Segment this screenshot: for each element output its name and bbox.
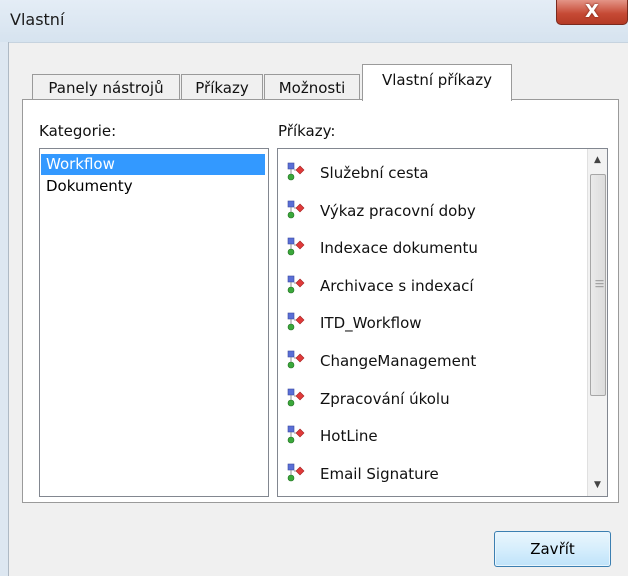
window-left-border (0, 42, 9, 576)
command-item[interactable]: HotLine (286, 423, 378, 449)
workflow-command-icon (286, 463, 308, 485)
title-bar: Vlastní X (0, 0, 628, 43)
category-item-dokumenty[interactable]: Dokumenty (41, 176, 265, 197)
workflow-command-icon (286, 200, 308, 222)
workflow-command-icon (286, 425, 308, 447)
command-item-label: HotLine (320, 427, 378, 446)
commands-scrollbar[interactable]: ▲ — — — ▼ (587, 149, 607, 496)
window-title: Vlastní (10, 10, 65, 29)
command-item-label: Služební cesta (320, 164, 429, 182)
commands-label: Příkazy: (278, 122, 336, 140)
grip-icon: — — — (595, 276, 604, 292)
command-item-label: ChangeManagement (320, 352, 477, 370)
workflow-command-icon (286, 388, 308, 410)
workflow-command-icon (286, 350, 308, 372)
window-close-button[interactable]: X (556, 0, 628, 25)
tab-prikazy[interactable]: Příkazy (181, 74, 263, 101)
command-item[interactable]: ChangeManagement (286, 348, 476, 374)
tab-moznosti[interactable]: Možnosti (264, 74, 360, 101)
command-item[interactable]: ITD_Workflow (286, 310, 422, 336)
tab-vlastni-prikazy[interactable]: Vlastní příkazy (362, 64, 512, 101)
workflow-command-icon (286, 312, 308, 334)
command-item[interactable]: Služební cesta (286, 160, 429, 186)
command-item-label: Výkaz pracovní doby (320, 201, 476, 220)
command-item[interactable]: Zpracování úkolu (286, 386, 450, 412)
workflow-command-icon (286, 275, 308, 297)
tab-panely-nastroju[interactable]: Panely nástrojů (32, 74, 180, 101)
close-dialog-button[interactable]: Zavřít (494, 531, 611, 567)
workflow-command-icon (286, 237, 308, 259)
categories-label: Kategorie: (39, 122, 117, 140)
commands-list[interactable]: Služební cesta Výkaz pracovní doby Indexac… (277, 148, 608, 497)
command-item[interactable]: Indexace dokumentu (286, 235, 478, 261)
command-item-label: Archivace s indexací (320, 276, 474, 295)
close-icon: X (585, 0, 599, 22)
scroll-thumb[interactable]: — — — (590, 174, 606, 396)
command-item[interactable]: Archivace s indexací (286, 273, 474, 299)
command-item[interactable]: Výkaz pracovní doby (286, 198, 476, 224)
command-item-label: ITD_Workflow (320, 314, 422, 333)
scroll-up-icon[interactable]: ▲ (588, 151, 607, 169)
categories-list[interactable]: Workflow Dokumenty (39, 148, 269, 497)
category-item-workflow[interactable]: Workflow (41, 154, 265, 175)
tab-panel: Kategorie: Příkazy: Workflow Dokumenty S… (22, 99, 619, 503)
command-item-label: Indexace dokumentu (320, 239, 478, 258)
command-item[interactable]: Email Signature (286, 461, 439, 487)
scroll-down-icon[interactable]: ▼ (588, 476, 607, 494)
command-item-label: Email Signature (320, 464, 439, 483)
workflow-command-icon (286, 162, 308, 184)
command-item-label: Zpracování úkolu (320, 389, 450, 408)
